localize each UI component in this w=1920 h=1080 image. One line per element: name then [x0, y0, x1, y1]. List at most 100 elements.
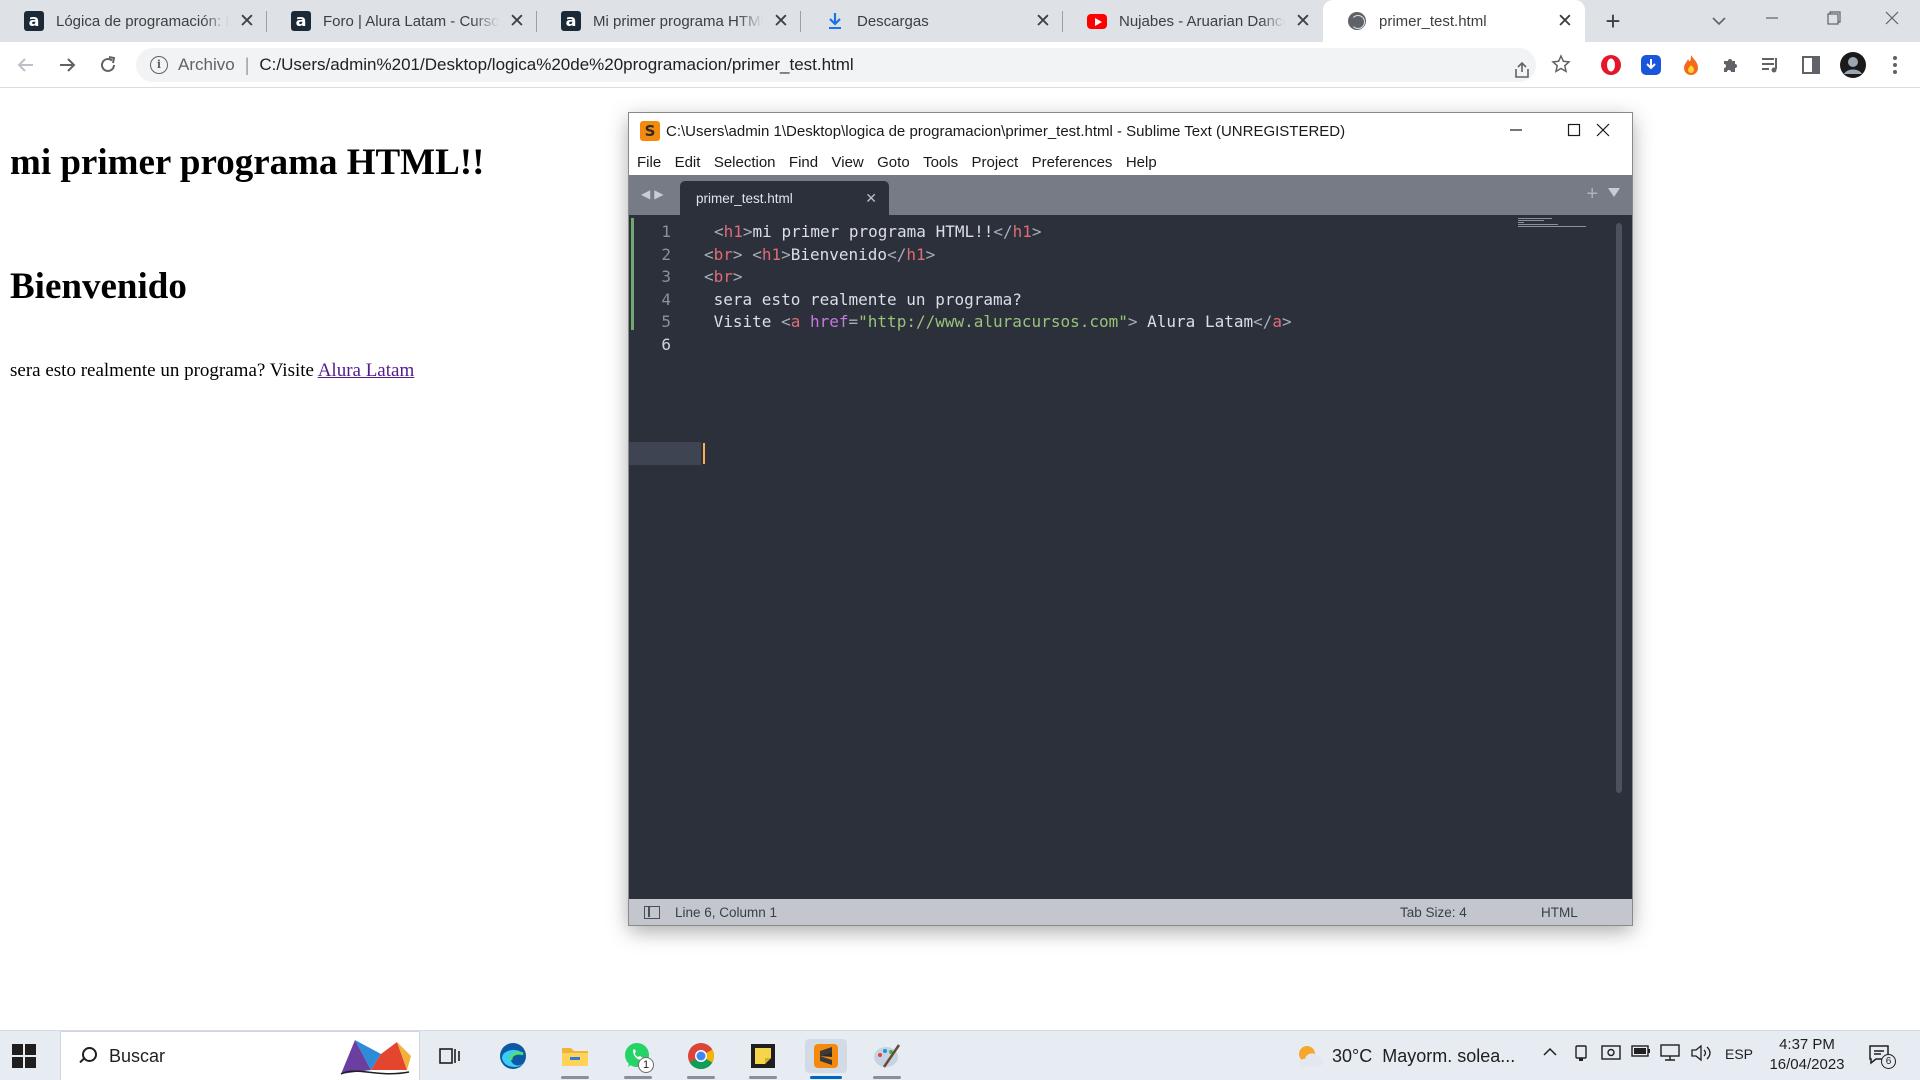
sublime-menubar: File Edit Selection Find View Goto Tools…: [629, 149, 1632, 175]
tab-search-chevron-icon[interactable]: [1706, 8, 1732, 34]
chrome-icon[interactable]: [683, 1039, 719, 1079]
screen-capture-icon[interactable]: [1601, 1044, 1621, 1067]
menu-edit[interactable]: Edit: [675, 154, 701, 171]
youtube-icon: [1087, 11, 1107, 31]
address-bar[interactable]: i Archivo | C:/Users/admin%201/Desktop/l…: [136, 48, 1536, 82]
browser-tab-active[interactable]: primer_test.html ✕: [1323, 0, 1585, 42]
media-control-icon[interactable]: [1759, 53, 1783, 77]
minimap[interactable]: [1518, 217, 1598, 233]
browser-tab[interactable]: a Mi primer programa HTML ✕: [537, 0, 801, 42]
extensions-puzzle-icon[interactable]: [1719, 53, 1743, 77]
panel-toggle-icon[interactable]: [644, 906, 660, 919]
restore-icon[interactable]: [1806, 0, 1862, 38]
opera-extension-icon[interactable]: [1599, 53, 1623, 77]
sublime-titlebar[interactable]: S C:\Users\admin 1\Desktop\logica de pro…: [629, 113, 1632, 149]
code-editor[interactable]: <h1>mi primer programa HTML!!</h1> <br> …: [704, 215, 1584, 891]
tab-navigation-arrows-icon[interactable]: ◀▶: [641, 187, 667, 201]
tab-size[interactable]: Tab Size: 4: [1400, 905, 1467, 920]
browser-tab[interactable]: a Lógica de programación: Primeros pasos…: [0, 0, 267, 42]
menu-selection[interactable]: Selection: [714, 154, 776, 171]
windows-taskbar: Buscar 1 30°C Mayorm. solea... ESP 4:37 …: [0, 1030, 1920, 1080]
back-arrow-icon[interactable]: [10, 49, 42, 81]
input-language[interactable]: ESP: [1725, 1046, 1753, 1062]
browser-tab[interactable]: a Foro | Alura Latam - Cursos online ✕: [267, 0, 537, 42]
close-icon[interactable]: ✕: [1555, 11, 1575, 32]
paint-icon[interactable]: [869, 1039, 905, 1079]
taskbar-search-box[interactable]: Buscar: [60, 1031, 420, 1080]
download-manager-extension-icon[interactable]: [1639, 53, 1663, 77]
new-tab-button[interactable]: +: [1597, 5, 1629, 37]
volume-icon[interactable]: [1690, 1044, 1712, 1067]
reload-icon[interactable]: [92, 49, 124, 81]
menu-tools[interactable]: Tools: [923, 154, 958, 171]
syntax-mode[interactable]: HTML: [1541, 905, 1578, 920]
share-icon[interactable]: [1506, 54, 1538, 86]
browser-tab[interactable]: Nujabes - Aruarian Dance (Samurai ✕: [1063, 0, 1323, 42]
side-panel-icon[interactable]: [1799, 53, 1823, 77]
menu-project[interactable]: Project: [971, 154, 1018, 171]
sublime-text-window: S C:\Users\admin 1\Desktop\logica de pro…: [629, 113, 1632, 925]
file-explorer-icon[interactable]: [557, 1039, 593, 1079]
tab-list-dropdown-icon[interactable]: [1608, 188, 1620, 197]
line-number: 6: [661, 335, 671, 354]
clock-time: 4:37 PM: [1779, 1036, 1835, 1053]
close-icon[interactable]: ✕: [1033, 11, 1053, 32]
sublime-window-title: C:\Users\admin 1\Desktop\logica de progr…: [666, 122, 1346, 140]
bookmark-star-icon[interactable]: [1545, 48, 1577, 80]
taskbar-clock[interactable]: 4:37 PM 16/04/2023: [1762, 1035, 1852, 1075]
omnibox-url[interactable]: C:/Users/admin%201/Desktop/logica%20de%2…: [259, 55, 853, 75]
profile-avatar[interactable]: [1839, 51, 1867, 79]
close-window-icon[interactable]: [1574, 113, 1632, 149]
cursor-position[interactable]: Line 6, Column 1: [675, 905, 777, 920]
forward-arrow-icon[interactable]: [51, 49, 83, 81]
code-line: <br>: [704, 267, 743, 286]
new-tab-plus-icon[interactable]: +: [1586, 183, 1598, 206]
whatsapp-icon[interactable]: 1: [620, 1039, 656, 1079]
search-placeholder: Buscar: [109, 1045, 166, 1066]
flame-extension-icon[interactable]: [1679, 53, 1703, 77]
task-view-icon[interactable]: [432, 1039, 468, 1073]
vertical-scrollbar[interactable]: [1616, 223, 1622, 793]
omnibox-scheme-label: Archivo: [178, 55, 235, 74]
whatsapp-badge: 1: [638, 1057, 654, 1073]
menu-preferences[interactable]: Preferences: [1032, 154, 1113, 171]
sublime-app-icon: S: [640, 121, 660, 141]
running-indicator: [873, 1076, 901, 1079]
menu-file[interactable]: File: [637, 154, 661, 171]
close-icon[interactable]: ✕: [1293, 11, 1313, 32]
close-window-icon[interactable]: [1864, 0, 1920, 38]
info-icon[interactable]: i: [150, 56, 168, 74]
editor-tab[interactable]: primer_test.html ✕: [680, 181, 889, 215]
minimize-icon[interactable]: [1487, 113, 1545, 149]
paragraph-text: sera esto realmente un programa? Visite: [10, 360, 318, 381]
menu-view[interactable]: View: [832, 154, 864, 171]
editor-tab-label: primer_test.html: [696, 191, 793, 206]
chevron-up-icon[interactable]: [1542, 1044, 1558, 1065]
more-menu-icon[interactable]: [1883, 53, 1907, 77]
menu-goto[interactable]: Goto: [877, 154, 910, 171]
sticky-notes-icon[interactable]: [745, 1039, 781, 1079]
close-icon[interactable]: ✕: [237, 11, 257, 32]
browser-tab[interactable]: Descargas ✕: [801, 0, 1063, 42]
close-icon[interactable]: ✕: [865, 190, 877, 207]
code-line: sera esto realmente un programa?: [704, 290, 1022, 309]
close-icon[interactable]: ✕: [507, 11, 527, 32]
menu-find[interactable]: Find: [789, 154, 818, 171]
sublime-taskbar-icon[interactable]: [805, 1039, 847, 1079]
alura-latam-link[interactable]: Alura Latam: [318, 360, 415, 381]
tab-title: Mi primer programa HTML: [593, 12, 763, 30]
code-line: Visite <a href="http://www.aluracursos.c…: [704, 312, 1292, 331]
windows-start-icon[interactable]: [12, 1044, 36, 1068]
running-indicator: [687, 1076, 715, 1079]
close-icon[interactable]: ✕: [771, 11, 791, 32]
edge-browser-icon[interactable]: [495, 1039, 531, 1073]
device-icon[interactable]: [1573, 1044, 1589, 1067]
browser-toolbar: i Archivo | C:/Users/admin%201/Desktop/l…: [0, 42, 1920, 88]
minimize-icon[interactable]: [1744, 0, 1800, 38]
network-icon[interactable]: [1659, 1044, 1681, 1067]
battery-icon[interactable]: [1631, 1044, 1651, 1063]
weather-widget[interactable]: 30°C Mayorm. solea...: [1296, 1043, 1515, 1069]
page-heading-welcome: Bienvenido: [10, 266, 187, 307]
notification-icon[interactable]: 6: [1868, 1043, 1896, 1069]
menu-help[interactable]: Help: [1126, 154, 1157, 171]
